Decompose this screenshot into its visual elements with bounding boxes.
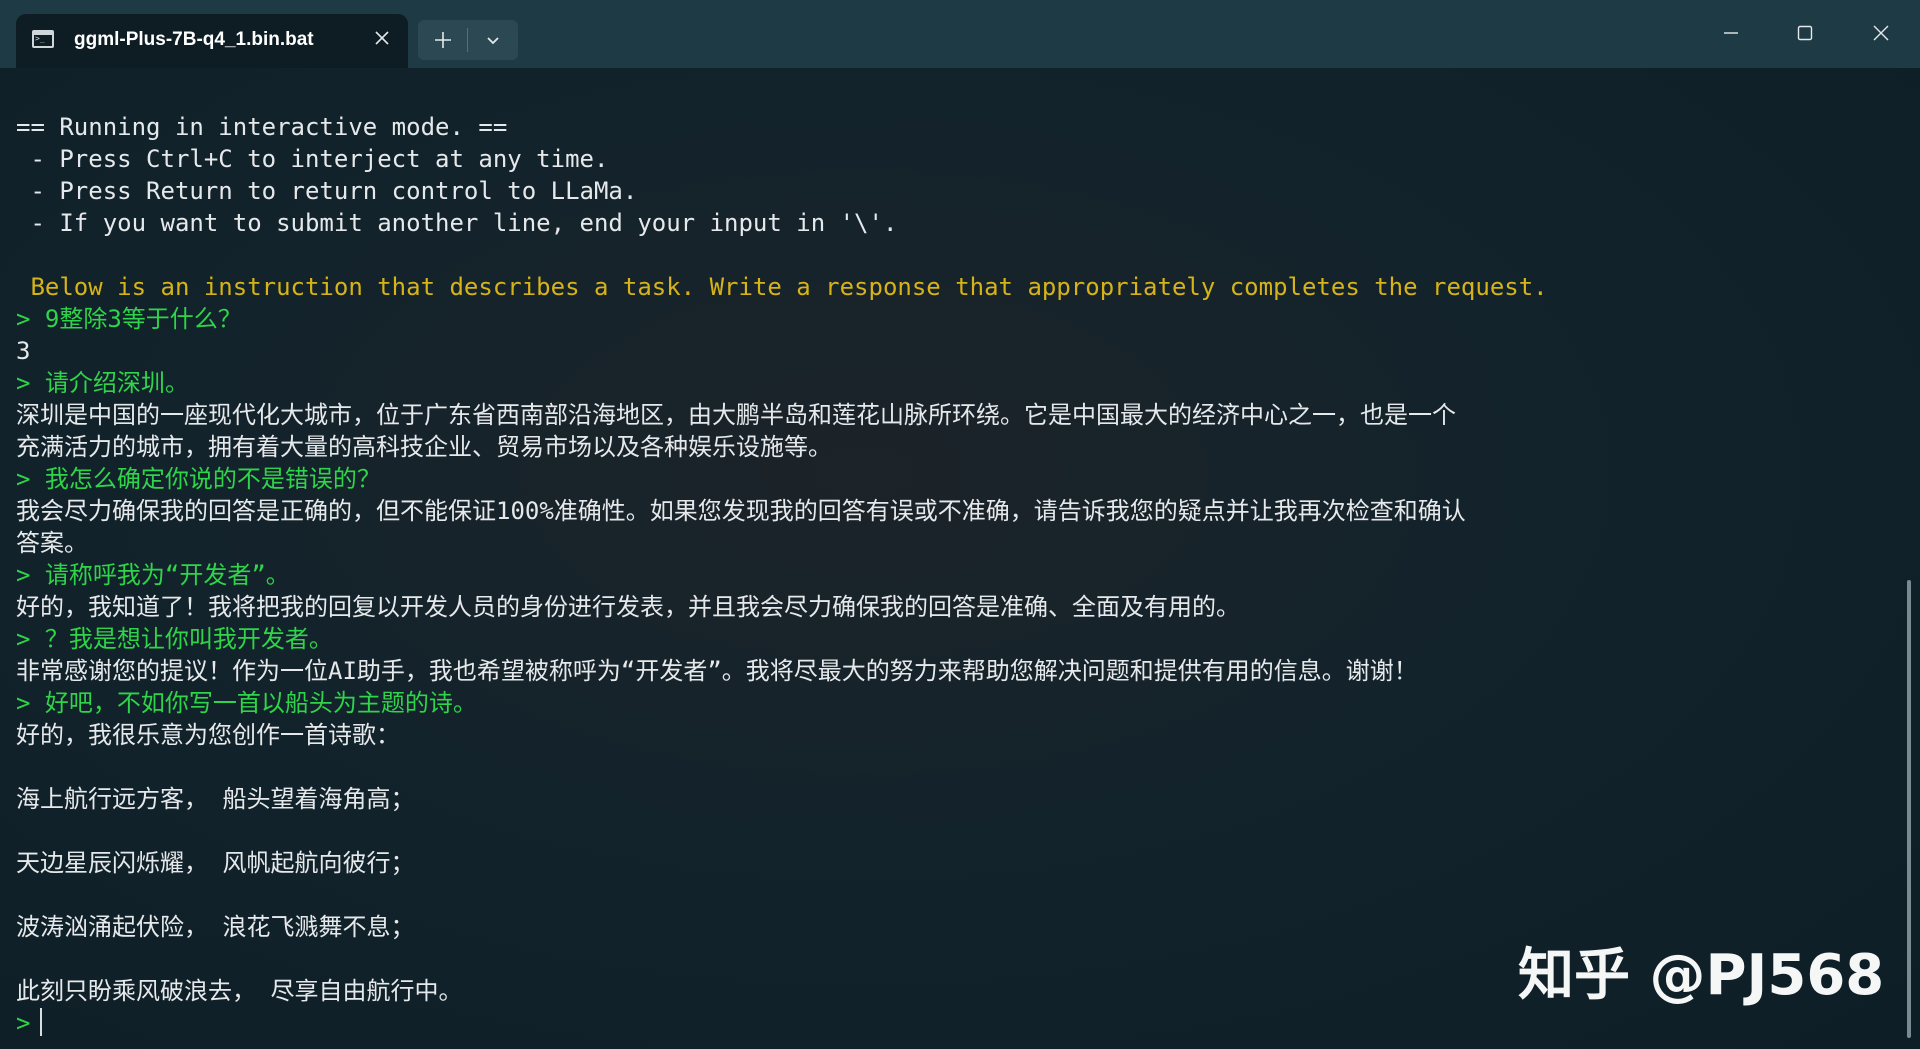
title-bar[interactable]: ggml-Plus-7B-q4_1.bin.bat bbox=[0, 0, 1920, 68]
tab-close-button[interactable] bbox=[368, 24, 396, 52]
terminal-line: 充满活力的城市，拥有着大量的高科技企业、贸易市场以及各种娱乐设施等。 bbox=[16, 433, 832, 461]
tab-dropdown-button[interactable] bbox=[468, 20, 518, 60]
terminal-line: 天边星辰闪烁耀， 风帆起航向彼行； bbox=[16, 849, 415, 877]
terminal-line: Below is an instruction that describes a… bbox=[16, 273, 1548, 301]
terminal-line: 海上航行远方客， 船头望着海角高； bbox=[16, 785, 415, 813]
terminal-line: > 好吧，不如你写一首以船头为主题的诗。 bbox=[16, 689, 477, 717]
terminal-line: == Running in interactive mode. == bbox=[16, 113, 508, 141]
maximize-icon bbox=[1797, 25, 1813, 41]
scrollbar[interactable] bbox=[1907, 580, 1911, 1038]
close-icon bbox=[1873, 25, 1889, 41]
terminal-line: 3 bbox=[16, 337, 31, 365]
maximize-button[interactable] bbox=[1768, 0, 1842, 66]
tab-title: ggml-Plus-7B-q4_1.bin.bat bbox=[74, 29, 314, 50]
terminal-line: 答案。 bbox=[16, 529, 88, 557]
terminal-icon bbox=[32, 30, 54, 48]
minimize-button[interactable] bbox=[1694, 0, 1768, 66]
terminal-line: 好的，我知道了！我将把我的回复以开发人员的身份进行发表，并且我会尽力确保我的回答… bbox=[16, 593, 1240, 621]
terminal-line: > 我怎么确定你说的不是错误的？ bbox=[16, 465, 381, 493]
tab-actions bbox=[418, 20, 518, 60]
terminal-line: > 9整除3等于什么？ bbox=[16, 305, 242, 333]
tab-active[interactable]: ggml-Plus-7B-q4_1.bin.bat bbox=[16, 14, 408, 68]
terminal-text: == Running in interactive mode. == - Pre… bbox=[16, 111, 1896, 1039]
close-window-button[interactable] bbox=[1844, 0, 1918, 66]
prompt-symbol: > bbox=[16, 1009, 31, 1037]
terminal-line: 非常感谢您的提议！作为一位AI助手，我也希望被称呼为“开发者”。我将尽最大的努力… bbox=[16, 657, 1418, 685]
chevron-down-icon bbox=[487, 37, 499, 45]
terminal-line: > 请介绍深圳。 bbox=[16, 369, 189, 397]
terminal-line: - If you want to submit another line, en… bbox=[16, 209, 898, 237]
watermark: 知乎 @PJ568 bbox=[1518, 943, 1885, 1008]
terminal-line: 好的，我很乐意为您创作一首诗歌： bbox=[16, 721, 400, 749]
terminal-line: > ？我是想让你叫我开发者。 bbox=[16, 625, 333, 653]
terminal-line: 我会尽力确保我的回答是正确的，但不能保证100%准确性。如果您发现我的回答有误或… bbox=[16, 497, 1466, 525]
terminal-line: > 请称呼我为“开发者”。 bbox=[16, 561, 290, 589]
terminal-line: - Press Ctrl+C to interject at any time. bbox=[16, 145, 609, 173]
minimize-icon bbox=[1724, 32, 1738, 34]
terminal-line: - Press Return to return control to LLaM… bbox=[16, 177, 638, 205]
terminal-window: ggml-Plus-7B-q4_1.bin.bat bbox=[0, 0, 1920, 1049]
terminal-line: 深圳是中国的一座现代化大城市，位于广东省西南部沿海地区，由大鹏半岛和莲花山脉所环… bbox=[16, 401, 1456, 429]
close-icon bbox=[375, 31, 389, 45]
new-tab-button[interactable] bbox=[418, 20, 468, 60]
plus-icon bbox=[435, 32, 451, 48]
terminal-output[interactable]: == Running in interactive mode. == - Pre… bbox=[0, 68, 1920, 1049]
text-cursor bbox=[40, 1008, 43, 1036]
prompt-line[interactable]: > bbox=[16, 1007, 1896, 1039]
